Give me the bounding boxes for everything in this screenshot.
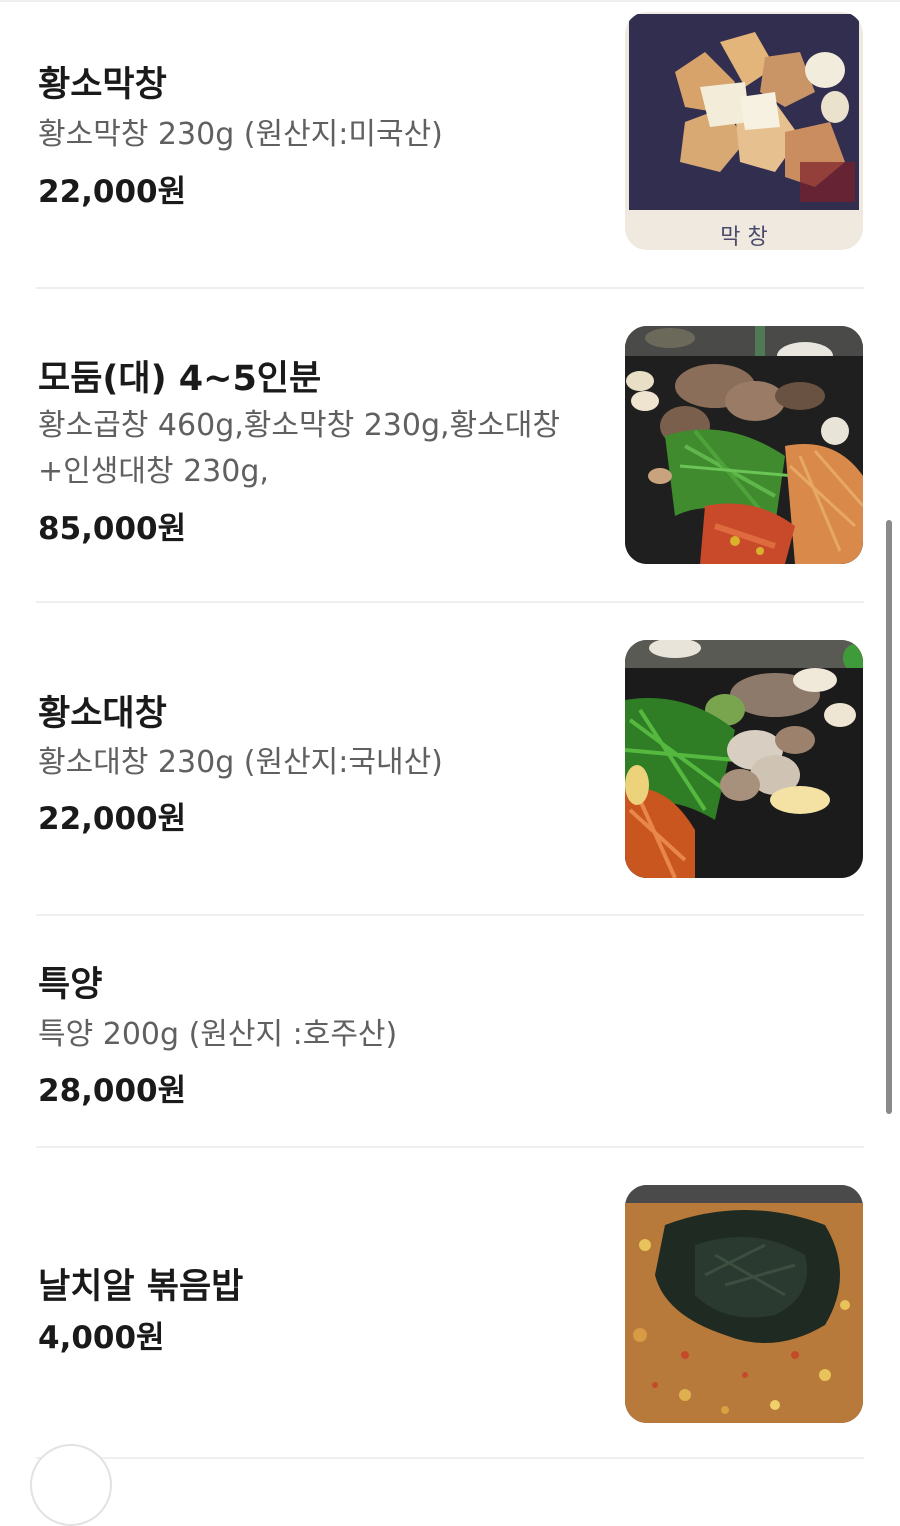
menu-item-description: 특양 200g (원산지 :호주산): [38, 1017, 398, 1052]
menu-item[interactable]: 특양 특양 200g (원산지 :호주산) 28,000원: [38, 916, 864, 1146]
menu-item-price: 28,000원: [38, 1073, 187, 1109]
menu-item-name: 황소막창: [38, 65, 167, 105]
menu-item-description: 황소대창 230g (원산지:국내산): [38, 745, 443, 780]
scrollbar[interactable]: [886, 520, 892, 1114]
menu-item-name: 모둠(대) 4~5인분: [38, 359, 322, 399]
menu-divider: [36, 1457, 864, 1459]
photo-caption: 막 창: [720, 225, 767, 250]
menu-item-price: 22,000원: [38, 801, 187, 837]
menu-item-photo[interactable]: [625, 326, 863, 564]
menu-item[interactable]: 모둠(대) 4~5인분 황소곱창 460g,황소막창 230g,황소대창 +인생…: [38, 289, 864, 601]
menu-item-photo[interactable]: [625, 1185, 863, 1423]
menu-item[interactable]: 황소대창 황소대창 230g (원산지:국내산) 22,000원: [38, 603, 864, 915]
menu-item-price: 22,000원: [38, 174, 187, 210]
menu-item-name: 황소대창: [38, 694, 167, 734]
menu-item-name: 특양: [38, 965, 103, 1005]
menu-item-price: 4,000원: [38, 1320, 165, 1356]
menu-item-description: 황소막창 230g (원산지:미국산): [38, 117, 443, 152]
menu-item-name: 날치알 볶음밥: [38, 1267, 244, 1307]
menu-item-price: 85,000원: [38, 511, 187, 547]
menu-item[interactable]: 날치알 볶음밥 4,000원: [38, 1148, 864, 1460]
floating-button[interactable]: [30, 1444, 112, 1526]
menu-item-description: 황소곱창 460g,황소막창 230g,황소대창 +인생대창 230g,: [38, 408, 560, 489]
menu-item-photo[interactable]: 막 창: [625, 12, 863, 250]
menu-item-photo[interactable]: [625, 640, 863, 878]
menu-item[interactable]: 황소막창 황소막창 230g (원산지:미국산) 22,000원 막 창: [38, 0, 864, 288]
